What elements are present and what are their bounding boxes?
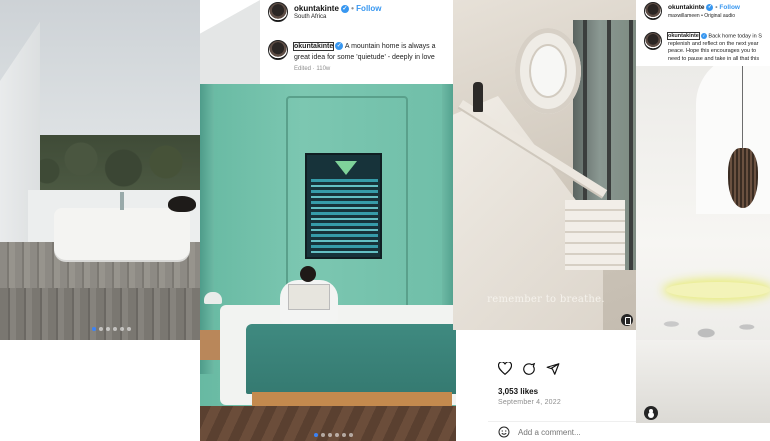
like-heart-icon[interactable] xyxy=(498,362,512,375)
post-date: September 4, 2022 xyxy=(498,399,561,406)
tree-line xyxy=(30,135,200,195)
share-send-icon[interactable] xyxy=(546,362,560,376)
caption: okuntakinte ✓ Back home today in S replen… xyxy=(667,32,770,63)
audio-toggle-icon[interactable] xyxy=(621,314,633,326)
post-video-dining[interactable]: okuntakinte ✓ • Follow maxwillameen • Ori… xyxy=(636,0,770,423)
person-reading xyxy=(280,266,344,324)
glowing-dining-table xyxy=(666,282,770,298)
header-user-row: okuntakinte ✓ • Follow xyxy=(668,4,740,11)
collage: okuntakinte ✓ • Follow South Africa okunt… xyxy=(0,0,770,441)
caption-line-1: Back home today in S xyxy=(708,33,762,40)
comment-bubble-icon[interactable] xyxy=(522,362,536,376)
caption-line-3: peace. Hope this encourages you to xyxy=(668,48,757,55)
comment-row xyxy=(488,421,710,441)
video-overlay-caption: remember to breathe. xyxy=(487,294,605,305)
verified-badge-icon: ✓ xyxy=(340,4,349,13)
caption-username[interactable]: okuntakinte xyxy=(292,42,335,51)
carousel-indicator xyxy=(92,327,131,331)
wooden-deck-step xyxy=(0,288,200,340)
post-header-dining: okuntakinte ✓ • Follow maxwillameen • Ori… xyxy=(636,0,770,66)
carousel-dot[interactable] xyxy=(113,327,117,331)
like-count[interactable]: 3,053 likes xyxy=(498,387,538,396)
header-user-row: okuntakinte ✓ • Follow xyxy=(294,4,382,13)
carousel-dot[interactable] xyxy=(349,433,353,437)
glass-stools xyxy=(654,300,770,360)
carousel-dot[interactable] xyxy=(120,327,124,331)
bathtub xyxy=(54,208,190,260)
stair-steps xyxy=(565,200,625,270)
carousel-dot[interactable] xyxy=(342,433,346,437)
bather-head xyxy=(168,196,196,212)
verified-badge-icon: ✓ xyxy=(700,33,707,39)
username-link[interactable]: okuntakinte xyxy=(668,4,704,11)
pendant-wire xyxy=(742,66,743,150)
follow-button[interactable]: Follow xyxy=(719,4,740,11)
caption-line-2: great idea for some 'quietude' - deeply … xyxy=(294,54,435,61)
carousel-dot[interactable] xyxy=(99,327,103,331)
artwork-pattern xyxy=(311,179,378,255)
location-label[interactable]: South Africa xyxy=(294,14,326,20)
verified-badge-icon: ✓ xyxy=(335,42,344,51)
wall-artwork xyxy=(305,153,382,259)
carousel-dot[interactable] xyxy=(127,327,131,331)
post-video-stairs[interactable]: remember to breathe. xyxy=(453,0,639,330)
audio-attribution[interactable]: maxwillameen • Original audio xyxy=(668,13,735,19)
caption-avatar[interactable] xyxy=(644,32,662,50)
emoji-smiley-icon[interactable] xyxy=(498,426,510,438)
carousel-dot[interactable] xyxy=(335,433,339,437)
verified-badge-icon: ✓ xyxy=(706,4,714,11)
caption-line-2: replenish and reflect on the next year xyxy=(668,40,759,47)
table-lamp xyxy=(204,292,222,304)
caption: okuntakinte ✓ A mountain home is always a… xyxy=(292,41,454,63)
bed-base xyxy=(252,392,452,406)
post-meta: Edited · 110w xyxy=(294,66,331,72)
round-window xyxy=(515,28,581,114)
bath-tap xyxy=(120,192,124,210)
white-wall xyxy=(200,0,260,84)
tagged-people-icon[interactable] xyxy=(644,406,658,420)
caption-avatar[interactable] xyxy=(268,40,288,60)
artwork-chevron xyxy=(335,161,357,175)
carousel-dot[interactable] xyxy=(106,327,110,331)
caption-username[interactable]: okuntakinte xyxy=(667,32,700,41)
post-header-room: okuntakinte ✓ • Follow South Africa okunt… xyxy=(260,0,456,84)
person-head xyxy=(300,266,316,282)
carousel-dot[interactable] xyxy=(321,433,325,437)
avatar[interactable] xyxy=(268,2,288,22)
window-mullion xyxy=(629,20,633,270)
post-image-rooftop-bath[interactable] xyxy=(0,0,200,340)
follow-button[interactable]: Follow xyxy=(356,4,381,13)
add-comment-input[interactable] xyxy=(518,426,638,438)
caption-line-4: need to pause and take in all that this xyxy=(668,55,760,62)
carousel-dot[interactable] xyxy=(328,433,332,437)
pendant-chandelier xyxy=(728,148,758,208)
avatar[interactable] xyxy=(644,2,662,20)
username-link[interactable]: okuntakinte xyxy=(294,4,339,13)
round-window-pane xyxy=(529,44,567,98)
carousel-dot[interactable] xyxy=(92,327,96,331)
carousel-dot[interactable] xyxy=(314,433,318,437)
bed-bench xyxy=(246,324,456,394)
newspaper xyxy=(288,284,330,310)
standing-figure xyxy=(473,82,483,112)
caption-line-1: A mountain home is always a xyxy=(344,43,436,50)
carousel-indicator xyxy=(314,433,353,437)
